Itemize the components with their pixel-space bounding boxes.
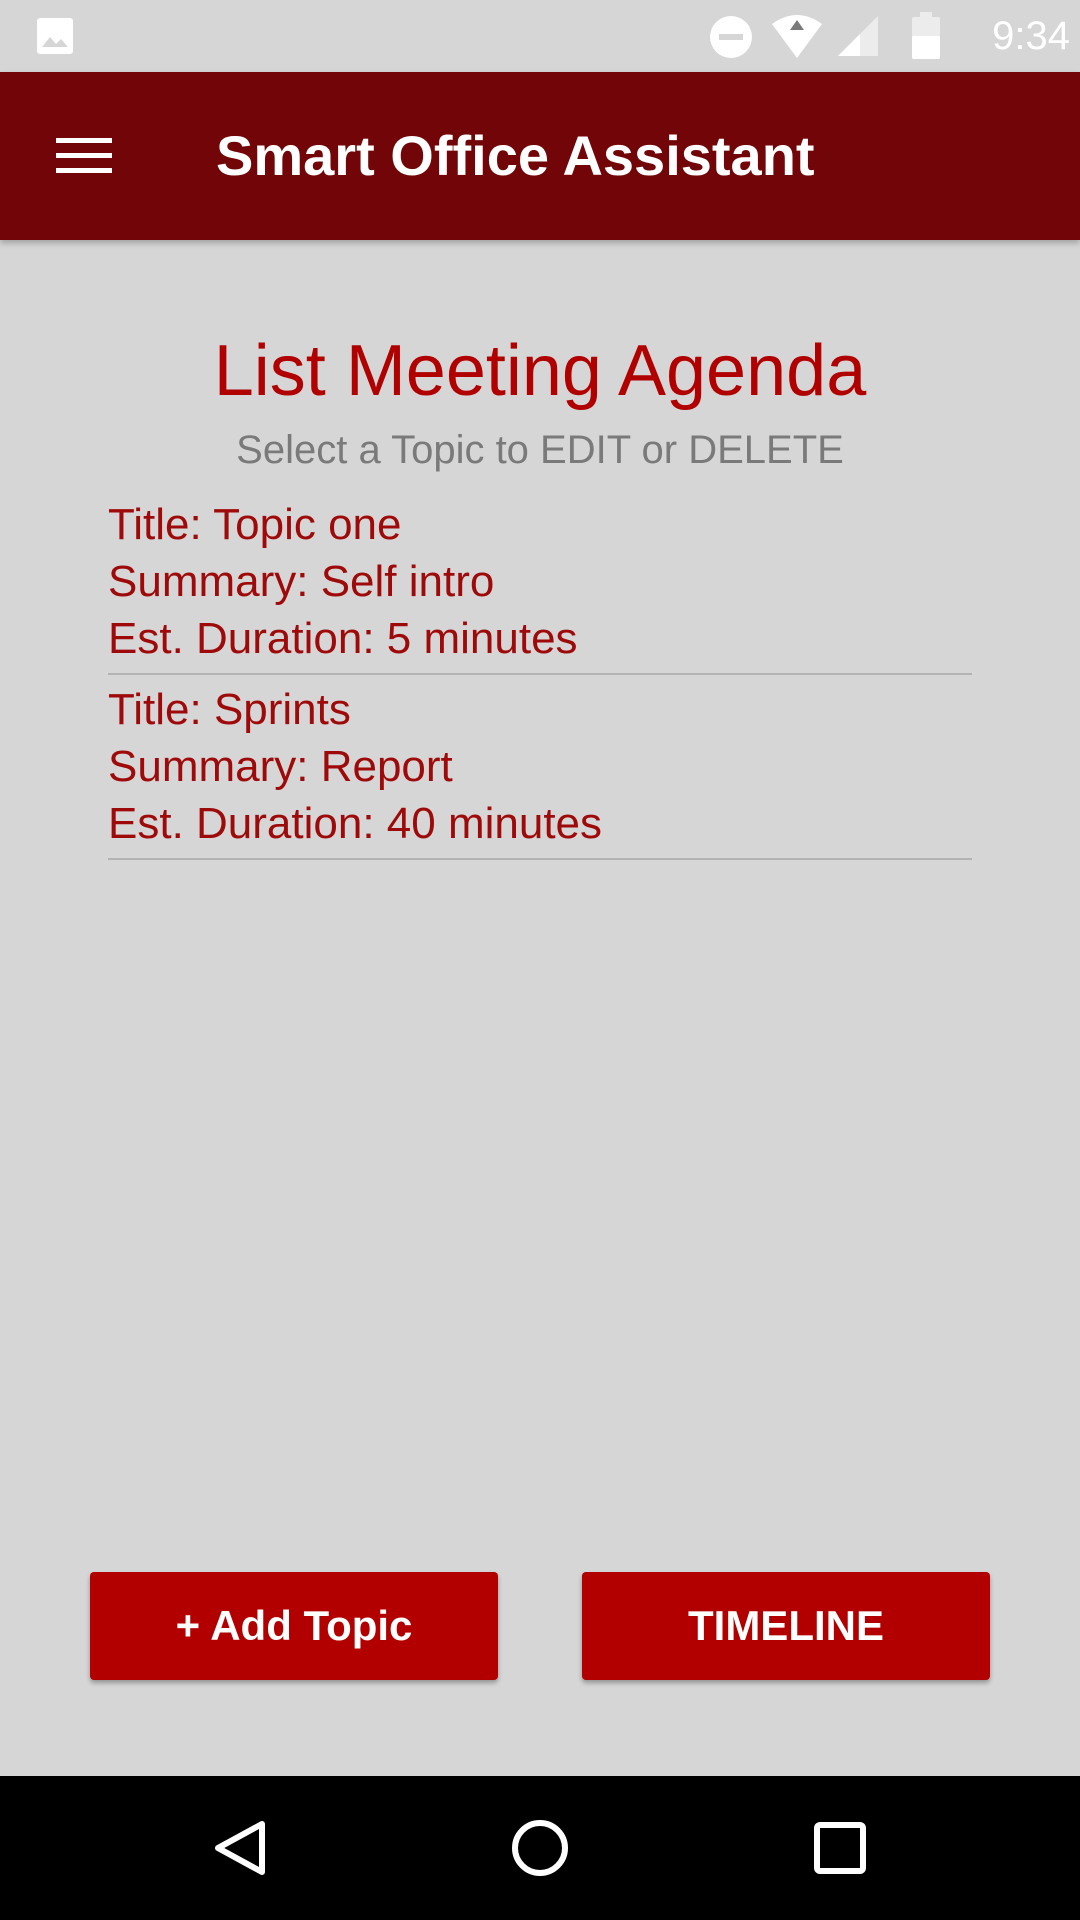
navigation-bar	[0, 1776, 1080, 1920]
do-not-disturb-icon	[710, 16, 752, 58]
wifi-icon	[772, 15, 822, 58]
page-subtitle: Select a Topic to EDIT or DELETE	[236, 428, 844, 472]
status-time: 9:34	[992, 14, 1070, 58]
page-title: List Meeting Agenda	[213, 331, 867, 411]
status-bar: 9:34	[0, 0, 1080, 72]
topic-title: Title: Topic one	[108, 500, 402, 549]
battery-icon	[912, 12, 940, 59]
topic-item[interactable]: Title: Topic one Summary: Self intro Est…	[108, 496, 972, 675]
topic-title: Title: Sprints	[108, 685, 351, 734]
cell-signal-icon	[838, 16, 878, 56]
menu-button[interactable]	[30, 116, 138, 196]
back-icon[interactable]	[190, 1798, 290, 1898]
topic-summary: Summary: Self intro	[108, 557, 495, 606]
topic-summary: Summary: Report	[108, 742, 453, 791]
gallery-icon	[37, 18, 73, 54]
screen: 9:34 Smart Office Assistant List Meeting…	[0, 0, 1080, 1920]
topic-item[interactable]: Title: Sprints Summary: Report Est. Dura…	[108, 681, 972, 860]
topic-list: Title: Topic one Summary: Self intro Est…	[108, 496, 972, 866]
recents-icon[interactable]	[790, 1798, 890, 1898]
add-topic-button[interactable]: + Add Topic	[90, 1572, 498, 1680]
home-icon[interactable]	[490, 1798, 590, 1898]
topic-duration: Est. Duration: 40 minutes	[108, 799, 603, 848]
app-bar: Smart Office Assistant	[0, 72, 1080, 240]
timeline-button[interactable]: TIMELINE	[582, 1572, 990, 1680]
hamburger-menu-icon	[56, 138, 112, 173]
app-title: Smart Office Assistant	[216, 124, 815, 187]
topic-duration: Est. Duration: 5 minutes	[108, 614, 578, 663]
